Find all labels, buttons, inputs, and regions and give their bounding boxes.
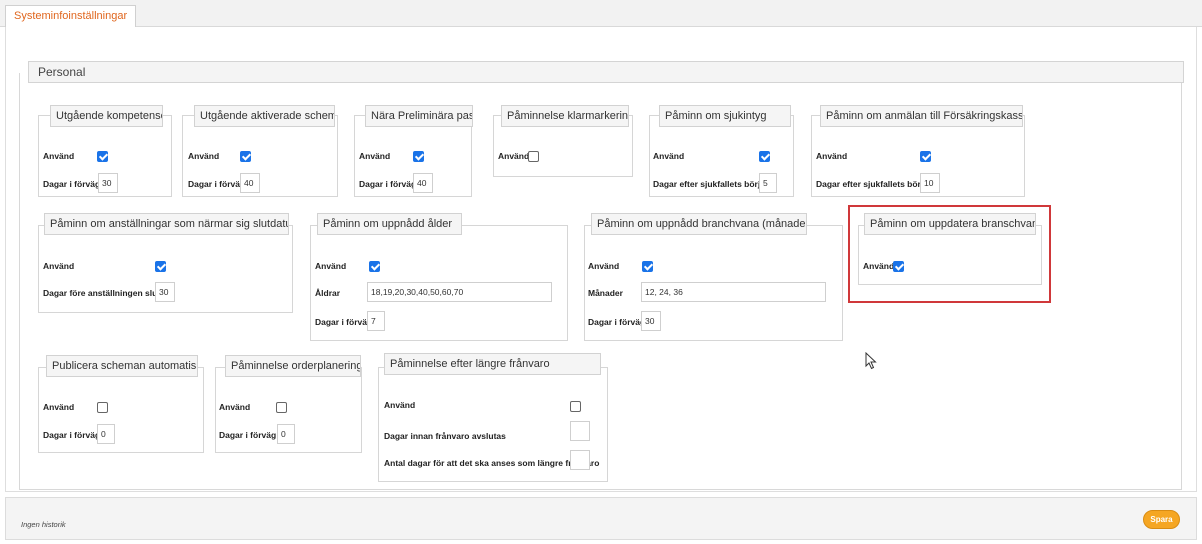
group-title: Nära Preliminära pass (365, 105, 473, 127)
group-title: Påminn om anställningar som närmar sig s… (44, 213, 289, 235)
group-title: Påminn om uppnådd branchvana (månader) (591, 213, 807, 235)
group-title: Publicera scheman automatiskt (46, 355, 198, 377)
use-checkbox[interactable] (97, 402, 108, 413)
use-checkbox[interactable] (528, 151, 539, 162)
footer-bar (5, 497, 1197, 540)
days-input[interactable]: 7 (367, 311, 385, 331)
ages-input[interactable]: 18,19,20,30,40,50,60,70 (367, 282, 552, 302)
use-label: Använd (588, 261, 620, 271)
days-input[interactable]: 40 (240, 173, 260, 193)
highlight-box (848, 205, 1051, 303)
days-input[interactable]: 30 (155, 282, 175, 302)
group-title: Påminnelse klarmarkering (501, 105, 629, 127)
field-label: Dagar i förväg (188, 179, 246, 189)
group-title: Utgående aktiverade scheman (194, 105, 335, 127)
days-before-end-input[interactable] (570, 421, 590, 441)
use-label: Använd (816, 151, 848, 161)
days-input[interactable]: 0 (97, 424, 115, 444)
history-text: Ingen historik (21, 520, 66, 529)
field-label: Dagar i förväg (359, 179, 417, 189)
field2-label: Dagar i förväg (315, 317, 373, 327)
field-label: Månader (588, 288, 623, 298)
months-input[interactable]: 12, 24, 36 (641, 282, 826, 302)
field2-label: Antal dagar för att det ska anses som lä… (384, 458, 600, 468)
use-label: Använd (359, 151, 391, 161)
use-label: Använd (384, 400, 416, 410)
section-header-personal[interactable]: Personal (28, 61, 1184, 83)
use-label: Använd (43, 151, 75, 161)
days-input[interactable]: 30 (98, 173, 118, 193)
use-checkbox[interactable] (369, 261, 380, 272)
use-label: Använd (43, 402, 75, 412)
use-checkbox[interactable] (97, 151, 108, 162)
tab-systeminfo[interactable]: Systeminfoinställningar (5, 5, 137, 28)
field2-label: Dagar i förväg (588, 317, 646, 327)
group-title: Påminnelse orderplanering (225, 355, 361, 377)
group-title: Påminn om sjukintyg (659, 105, 791, 127)
field-label: Dagar innan frånvaro avslutas (384, 431, 506, 441)
field-label: Dagar i förväg (43, 430, 101, 440)
use-label: Använd (188, 151, 220, 161)
mouse-pointer-icon (865, 352, 877, 370)
use-checkbox[interactable] (240, 151, 251, 162)
field-label: Åldrar (315, 288, 341, 298)
field-label: Dagar i förväg (43, 179, 101, 189)
group-title: Påminn om uppnådd ålder (317, 213, 462, 235)
tab-strip (0, 0, 1202, 27)
save-button[interactable]: Spara (1143, 510, 1180, 529)
use-label: Använd (498, 151, 530, 161)
use-label: Använd (315, 261, 347, 271)
use-checkbox[interactable] (642, 261, 653, 272)
group-title: Påminn om anmälan till Försäkringskassan (820, 105, 1023, 127)
use-checkbox[interactable] (759, 151, 770, 162)
group-title: Utgående kompetenser (50, 105, 163, 127)
days-input[interactable]: 0 (277, 424, 295, 444)
use-checkbox[interactable] (276, 402, 287, 413)
use-checkbox[interactable] (155, 261, 166, 272)
use-label: Använd (653, 151, 685, 161)
field-label: Dagar efter sjukfallets början (653, 179, 771, 189)
use-label: Använd (219, 402, 251, 412)
field-label: Dagar efter sjukfallets början (816, 179, 934, 189)
group-title: Påminnelse efter längre frånvaro (384, 353, 601, 375)
long-absence-days-input[interactable] (570, 450, 590, 470)
use-checkbox[interactable] (920, 151, 931, 162)
days-input[interactable]: 5 (759, 173, 777, 193)
use-label: Använd (43, 261, 75, 271)
days-input[interactable]: 40 (413, 173, 433, 193)
use-checkbox[interactable] (570, 401, 581, 412)
field-label: Dagar före anställningen slutar (43, 288, 169, 298)
days-input[interactable]: 10 (920, 173, 940, 193)
use-checkbox[interactable] (413, 151, 424, 162)
field-label: Dagar i förväg (219, 430, 277, 440)
days-input[interactable]: 30 (641, 311, 661, 331)
